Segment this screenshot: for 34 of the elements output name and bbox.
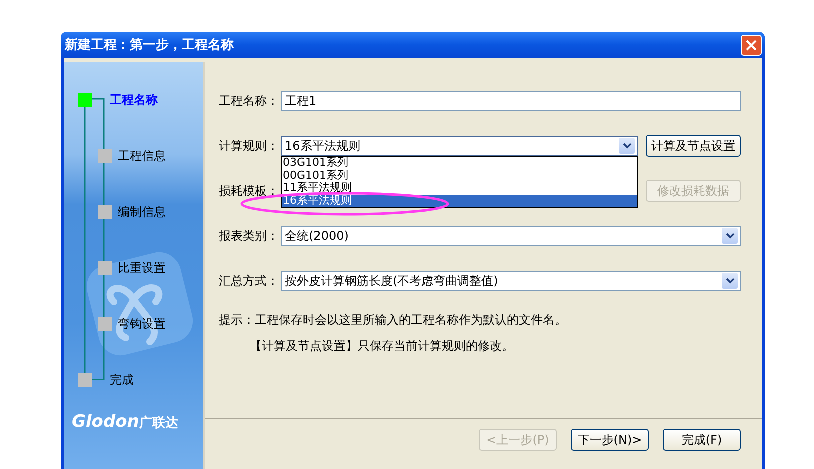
chevron-down-icon	[622, 143, 632, 149]
field-label: 汇总方式：	[219, 272, 280, 290]
window-title: 新建工程：第一步，工程名称	[65, 36, 234, 54]
wizard-button[interactable]: 下一步(N)>	[571, 429, 649, 451]
field-label: 报表类别：	[219, 228, 280, 244]
chevron-down-icon	[726, 233, 734, 239]
step-label[interactable]: 弯钩设置	[118, 316, 166, 332]
step-label[interactable]: 编制信息	[118, 204, 166, 220]
field-label: 工程名称：	[219, 92, 280, 110]
project-name-field[interactable]: 工程1	[281, 91, 741, 111]
field-label: 计算规则：	[219, 138, 280, 154]
dropdown-option[interactable]: 03G101系列	[282, 157, 637, 170]
dropdown-option[interactable]: 16系平法规则	[282, 194, 637, 207]
hint-text: 提示：工程保存时会以这里所输入的工程名称作为默认的文件名。	[219, 313, 568, 327]
close-icon	[746, 40, 757, 50]
settings-button[interactable]: 计算及节点设置	[646, 135, 741, 157]
step-label[interactable]: 工程信息	[118, 148, 166, 164]
step-label[interactable]: 工程名称	[110, 92, 158, 108]
dropdown-button[interactable]	[722, 273, 738, 289]
field-label: 损耗模板：	[219, 182, 280, 200]
dropdown-option[interactable]: 00G101系列	[282, 170, 637, 182]
logo: Glodon广联达	[71, 412, 178, 432]
hint-text: 【计算及节点设置】只保存当前计算规则的修改。	[249, 339, 515, 353]
dropdown-field[interactable]: 16系平法规则	[281, 136, 638, 156]
dropdown-button[interactable]	[619, 138, 635, 154]
wizard-button[interactable]: 完成(F)	[663, 429, 741, 451]
step-label[interactable]: 比重设置	[118, 260, 166, 276]
chevron-down-icon	[726, 278, 734, 284]
dropdown-option[interactable]: 11系平法规则	[282, 182, 637, 194]
close-button[interactable]	[741, 34, 762, 56]
dropdown-button[interactable]	[722, 228, 738, 244]
dropdown-field[interactable]: 按外皮计算钢筋长度(不考虑弯曲调整值)	[281, 271, 741, 291]
dropdown-field[interactable]: 全统(2000)	[281, 226, 741, 246]
step-label[interactable]: 完成	[110, 372, 134, 388]
